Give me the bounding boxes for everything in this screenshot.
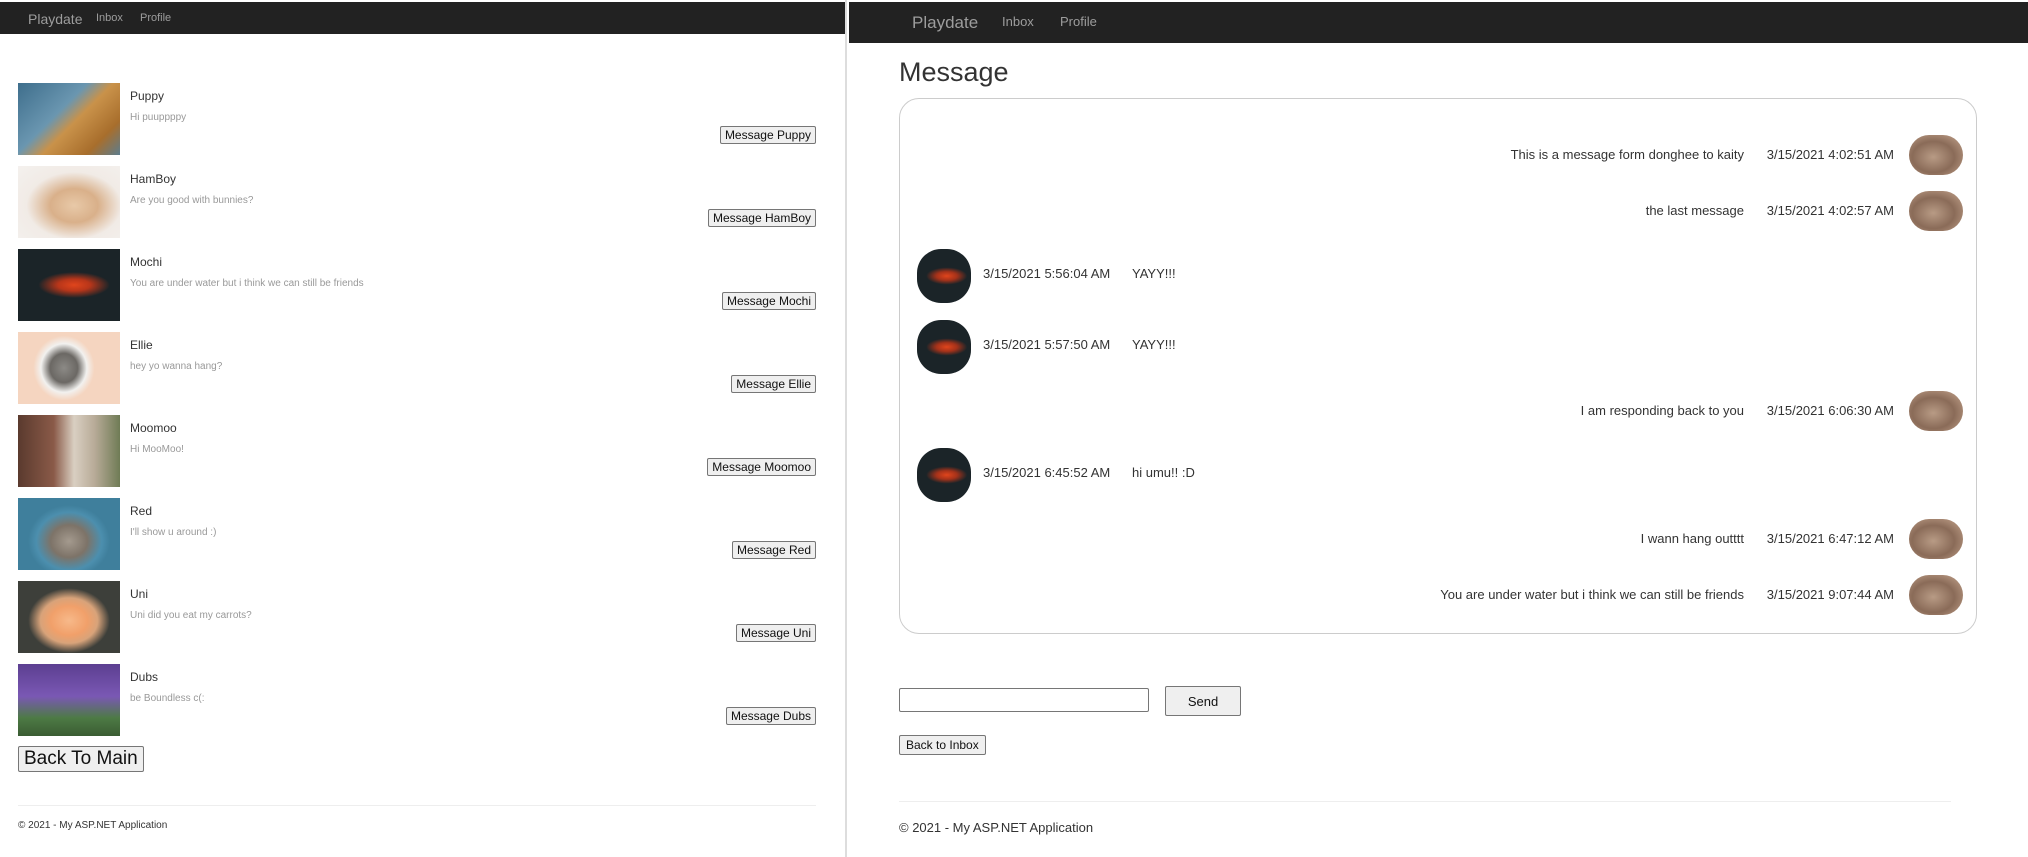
message-friend-button[interactable]: Message HamBoy: [707, 209, 816, 227]
friend-last-message: You are under water but i think we can s…: [130, 278, 364, 289]
message-item: This is a message form donghee to kaity …: [900, 135, 1976, 175]
message-text: I wann hang outttt: [1640, 531, 1744, 546]
message-friend-button[interactable]: Message Red: [731, 541, 816, 559]
nav-link-profile[interactable]: Profile: [140, 12, 171, 24]
friend-photo: [18, 498, 120, 570]
message-friend-button[interactable]: Message Puppy: [719, 126, 816, 144]
message-item: 3/15/2021 5:57:50 AM YAYY!!!: [900, 320, 1976, 374]
message-item: I am responding back to you 3/15/2021 6:…: [900, 391, 1976, 431]
sender-avatar: [1909, 575, 1963, 615]
friend-photo: [18, 415, 120, 487]
message-friend-button[interactable]: Message Uni: [735, 624, 816, 642]
send-button[interactable]: Send: [1165, 686, 1241, 716]
footer-copyright: © 2021 - My ASP.NET Application: [899, 820, 1094, 835]
recipient-avatar: [917, 249, 971, 303]
message-timestamp: 3/15/2021 4:02:51 AM: [1766, 147, 1894, 162]
message-friend-button[interactable]: Message Ellie: [731, 375, 816, 393]
friend-name: Dubs: [130, 670, 159, 684]
message-friend-button[interactable]: Message Moomoo: [707, 458, 816, 476]
friend-name: Mochi: [130, 255, 163, 269]
message-timestamp: 3/15/2021 6:47:12 AM: [1766, 531, 1894, 546]
nav-link-inbox[interactable]: Inbox: [96, 12, 123, 24]
message-text: YAYY!!!: [1132, 337, 1176, 352]
recipient-avatar: [917, 448, 971, 502]
friend-photo: [18, 332, 120, 404]
nav-link-inbox[interactable]: Inbox: [1002, 14, 1034, 29]
back-to-main-button[interactable]: Back To Main: [18, 746, 144, 772]
footer-divider: [899, 801, 1951, 802]
message-item: I wann hang outttt 3/15/2021 6:47:12 AM: [900, 519, 1976, 559]
message-text: You are under water but i think we can s…: [1440, 587, 1744, 602]
page-title: Message: [899, 57, 1009, 87]
message-timestamp: 3/15/2021 4:02:57 AM: [1766, 203, 1894, 218]
message-timestamp: 3/15/2021 6:45:52 AM: [983, 465, 1111, 480]
message-text: This is a message form donghee to kaity: [1510, 147, 1744, 162]
message-text: I am responding back to you: [1580, 403, 1744, 418]
friend-name: Moomoo: [130, 421, 177, 435]
message-text: YAYY!!!: [1132, 266, 1176, 281]
message-timestamp: 3/15/2021 5:56:04 AM: [983, 266, 1111, 281]
nav-brand[interactable]: Playdate: [912, 13, 978, 33]
sender-avatar: [1909, 391, 1963, 431]
friend-last-message: hey yo wanna hang?: [130, 361, 223, 372]
friend-last-message: I'll show u around :): [130, 527, 217, 538]
friend-row: Red I'll show u around :) Message Red: [18, 498, 816, 570]
friend-last-message: Are you good with bunnies?: [130, 195, 254, 206]
friend-row: Puppy Hi puuppppy Message Puppy: [18, 83, 816, 155]
message-text: hi umu!! :D: [1132, 465, 1195, 480]
footer-divider: [18, 805, 816, 806]
friend-photo: [18, 581, 120, 653]
friend-row: Dubs be Boundless c(: Message Dubs: [18, 664, 816, 736]
message-timestamp: 3/15/2021 6:06:30 AM: [1766, 403, 1894, 418]
friend-photo: [18, 166, 120, 238]
sender-avatar: [1909, 191, 1963, 231]
message-timestamp: 3/15/2021 5:57:50 AM: [983, 337, 1111, 352]
sender-avatar: [1909, 519, 1963, 559]
message-friend-button[interactable]: Message Mochi: [721, 292, 816, 310]
friend-row: Ellie hey yo wanna hang? Message Ellie: [18, 332, 816, 404]
sender-avatar: [1909, 135, 1963, 175]
message-item: 3/15/2021 5:56:04 AM YAYY!!!: [900, 249, 1976, 303]
footer-copyright: © 2021 - My ASP.NET Application: [18, 820, 168, 831]
friend-name: Red: [130, 504, 153, 518]
navbar: Playdate Inbox Profile: [849, 2, 2028, 43]
friend-row: HamBoy Are you good with bunnies? Messag…: [18, 166, 816, 238]
friend-name: Puppy: [130, 89, 165, 103]
friend-name: Ellie: [130, 338, 153, 352]
message-item: You are under water but i think we can s…: [900, 575, 1976, 615]
friend-last-message: Hi MooMoo!: [130, 444, 184, 455]
friend-last-message: Uni did you eat my carrots?: [130, 610, 252, 621]
back-to-inbox-button[interactable]: Back to Inbox: [899, 735, 986, 755]
friend-row: Uni Uni did you eat my carrots? Message …: [18, 581, 816, 653]
friend-photo: [18, 83, 120, 155]
nav-brand[interactable]: Playdate: [28, 11, 82, 27]
message-timestamp: 3/15/2021 9:07:44 AM: [1766, 587, 1894, 602]
message-item: 3/15/2021 6:45:52 AM hi umu!! :D: [900, 448, 1976, 502]
friend-name: HamBoy: [130, 172, 177, 186]
friend-photo: [18, 249, 120, 321]
navbar: Playdate Inbox Profile: [0, 2, 845, 34]
nav-link-profile[interactable]: Profile: [1060, 14, 1097, 29]
message-friend-button[interactable]: Message Dubs: [725, 707, 816, 725]
message-input[interactable]: [899, 688, 1149, 712]
message-text: the last message: [1645, 203, 1744, 218]
friend-name: Uni: [130, 587, 149, 601]
message-item: the last message 3/15/2021 4:02:57 AM: [900, 191, 1976, 231]
message-thread-pane: Playdate Inbox Profile Message This is a…: [849, 0, 2028, 857]
friend-last-message: be Boundless c(:: [130, 693, 205, 704]
friend-last-message: Hi puuppppy: [130, 112, 187, 123]
friend-row: Moomoo Hi MooMoo! Message Moomoo: [18, 415, 816, 487]
recipient-avatar: [917, 320, 971, 374]
friend-photo: [18, 664, 120, 736]
friend-row: Mochi You are under water but i think we…: [18, 249, 816, 321]
friend-list-pane: Playdate Inbox Profile Puppy Hi puuppppy…: [0, 0, 847, 857]
message-thread: This is a message form donghee to kaity …: [899, 98, 1977, 634]
